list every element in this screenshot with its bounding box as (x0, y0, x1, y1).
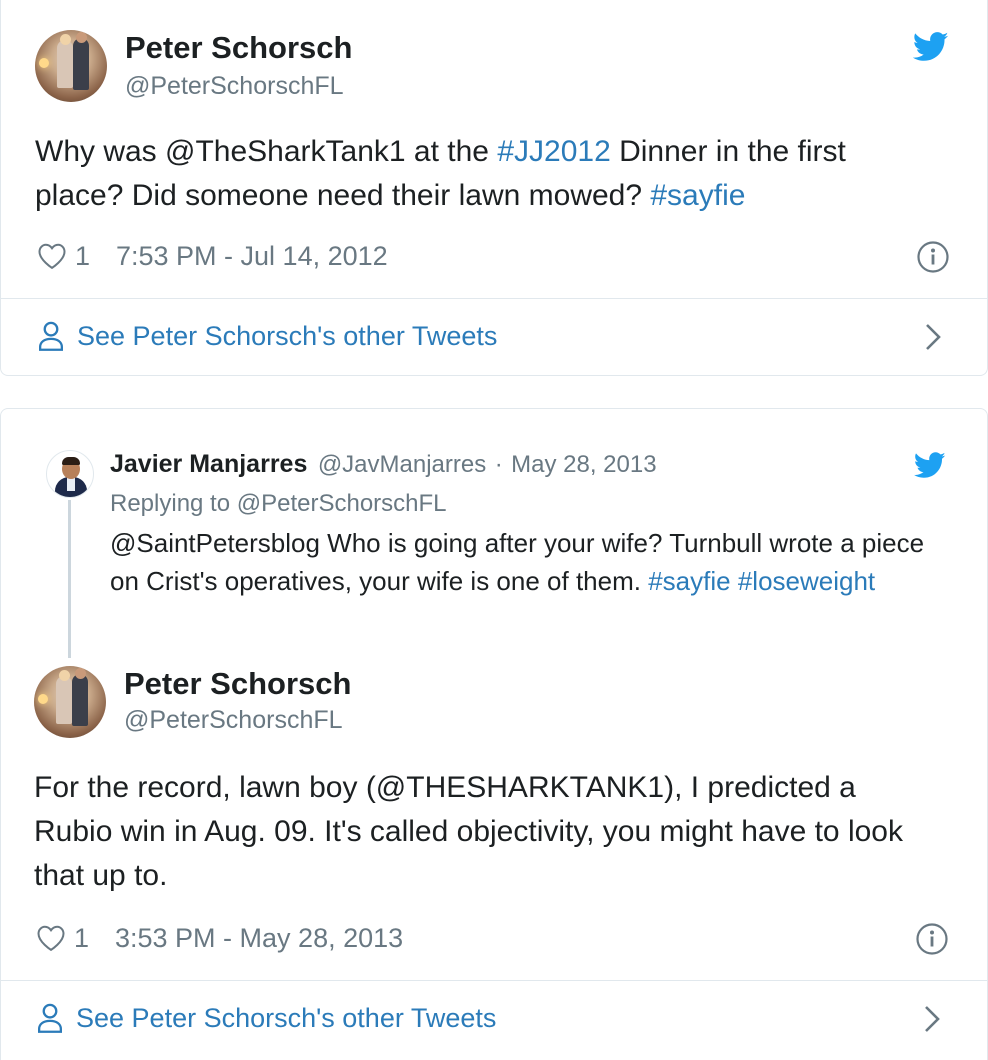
hashtag-link[interactable]: #sayfie (648, 566, 730, 596)
person-icon (38, 1003, 62, 1033)
card-divider (0, 980, 988, 981)
see-other-tweets-link[interactable]: See Peter Schorsch's other Tweets (37, 320, 497, 352)
separator-dot: · (494, 451, 503, 478)
see-other-tweets-link[interactable]: See Peter Schorsch's other Tweets (36, 1002, 496, 1034)
card-divider (1, 298, 988, 299)
like-count[interactable]: 1 (74, 923, 89, 954)
replying-to-label: Replying to (110, 490, 231, 517)
twitter-bird-icon[interactable] (913, 32, 949, 62)
heart-icon[interactable] (37, 242, 67, 270)
author-handle[interactable]: @PeterSchorschFL (125, 72, 344, 101)
tweet-text: Why was @TheSharkTank1 at the #JJ2012 Di… (35, 135, 846, 212)
reply-author-handle[interactable]: @JavManjarres (318, 451, 486, 478)
author-avatar[interactable] (35, 30, 107, 102)
reply-header: Javier Manjarres @JavManjarres · May 28,… (110, 450, 657, 479)
reply-text: @SaintPetersblog Who is going after your… (110, 528, 925, 596)
thread-line (68, 500, 71, 658)
reply-date[interactable]: May 28, 2013 (511, 451, 656, 478)
info-icon[interactable] (915, 922, 949, 956)
author-name[interactable]: Peter Schorsch (124, 666, 351, 702)
author-name[interactable]: Peter Schorsch (125, 30, 352, 66)
author-avatar[interactable] (34, 666, 106, 738)
hashtag-link[interactable]: #JJ2012 (497, 135, 610, 168)
hashtag-link[interactable]: #sayfie (650, 179, 745, 212)
person-icon (39, 321, 63, 351)
see-other-tweets-label[interactable]: See Peter Schorsch's other Tweets (76, 1003, 496, 1034)
tweet-timestamp[interactable]: 7:53 PM - Jul 14, 2012 (116, 241, 388, 272)
tweet-text: For the record, lawn boy (@THESHARKTANK1… (34, 771, 903, 892)
tweet-timestamp[interactable]: 3:53 PM - May 28, 2013 (115, 923, 403, 954)
see-other-tweets-label[interactable]: See Peter Schorsch's other Tweets (77, 321, 497, 352)
hashtag-link[interactable]: #loseweight (738, 566, 875, 596)
embedded-tweet-card: Peter Schorsch @PeterSchorschFL Why was … (0, 0, 988, 376)
chevron-right-icon[interactable] (922, 1004, 942, 1034)
reply-author-name[interactable]: Javier Manjarres (110, 450, 307, 478)
author-handle[interactable]: @PeterSchorschFL (124, 706, 343, 735)
heart-icon[interactable] (36, 924, 66, 952)
like-count[interactable]: 1 (75, 241, 90, 272)
chevron-right-icon[interactable] (923, 322, 943, 352)
replying-to-handle[interactable]: @PeterSchorschFL (237, 490, 447, 517)
reply-author-avatar[interactable] (46, 450, 94, 498)
twitter-bird-icon[interactable] (914, 452, 946, 479)
replying-to: Replying to @PeterSchorschFL (110, 490, 447, 518)
info-icon[interactable] (916, 240, 950, 274)
